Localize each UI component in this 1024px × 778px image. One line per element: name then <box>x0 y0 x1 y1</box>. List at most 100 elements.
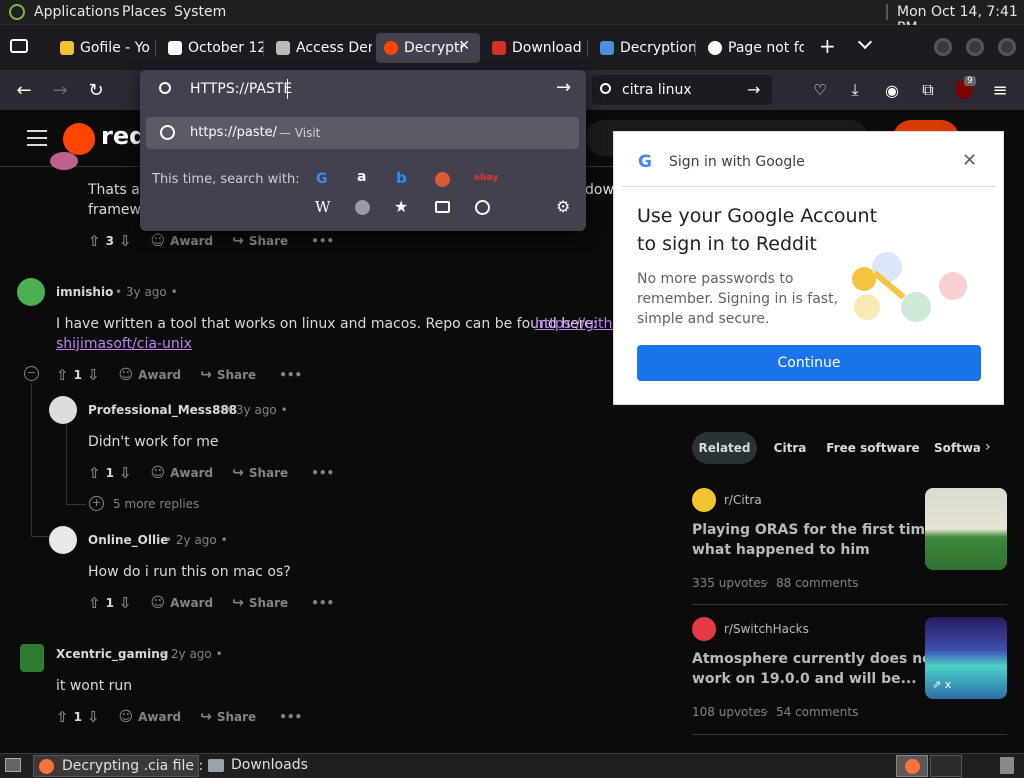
upvote-icon[interactable]: ⇧ <box>56 708 69 726</box>
award-icon[interactable]: ☺ <box>119 709 134 725</box>
duckduckgo-engine-icon[interactable] <box>435 172 450 187</box>
bookmarks-star-icon[interactable]: ★ <box>394 197 408 216</box>
comment-username[interactable]: Professional_Mess888 <box>88 403 237 417</box>
forward-arrow-icon[interactable]: → <box>45 75 75 105</box>
related-post-title[interactable]: Playing ORAS for the first time, <box>692 522 940 538</box>
wikipedia-engine-icon[interactable]: W <box>315 198 330 216</box>
tab-october[interactable]: October 12 <box>160 33 264 63</box>
share-button[interactable]: Share <box>249 234 288 248</box>
more-options-icon[interactable]: ••• <box>279 710 302 724</box>
continue-button[interactable]: Continue <box>637 345 981 381</box>
tab-access[interactable]: Access Den <box>268 33 372 63</box>
upvote-icon[interactable]: ⇧ <box>88 594 101 612</box>
hamburger-menu-icon[interactable]: ≡ <box>985 75 1015 105</box>
share-icon[interactable]: ↪ <box>232 465 244 481</box>
chip-free-software[interactable]: Free software <box>826 432 920 464</box>
related-post-title[interactable]: Atmosphere currently does not <box>692 651 938 667</box>
back-arrow-icon[interactable]: ← <box>9 75 39 105</box>
subreddit-icon[interactable] <box>692 617 716 641</box>
history-clock-icon[interactable] <box>475 200 490 215</box>
more-replies-link[interactable]: 5 more replies <box>113 497 199 511</box>
more-options-icon[interactable]: ••• <box>311 596 334 610</box>
share-button[interactable]: Share <box>217 368 256 382</box>
google-engine-icon[interactable]: G <box>316 171 328 187</box>
avatar[interactable] <box>49 526 77 554</box>
workspace-switcher[interactable] <box>896 755 928 777</box>
related-post-thumbnail[interactable] <box>925 488 1007 570</box>
url-input[interactable]: HTTPS://PASTE <box>190 81 292 97</box>
close-tab-icon[interactable]: ✕ <box>458 38 470 54</box>
trash-icon[interactable] <box>1000 757 1014 774</box>
comment-username[interactable]: Xcentric_gaming <box>56 647 168 661</box>
more-options-icon[interactable]: ••• <box>311 234 334 248</box>
more-options-icon[interactable]: ••• <box>279 368 302 382</box>
avatar[interactable] <box>50 152 78 170</box>
applications-menu[interactable]: Applications <box>34 4 120 20</box>
more-options-icon[interactable]: ••• <box>311 466 334 480</box>
bing-engine-icon[interactable]: b <box>396 169 407 187</box>
related-post-title[interactable]: what happened to him <box>692 542 870 558</box>
search-bar[interactable]: citra linux → <box>592 75 772 105</box>
close-popup-icon[interactable]: ✕ <box>962 150 977 171</box>
award-button[interactable]: Award <box>138 710 181 724</box>
account-icon[interactable]: ◉ <box>877 75 907 105</box>
taskbar-item-firefox[interactable]: Decrypting .cia file : ... <box>33 755 221 777</box>
reddit-logo-icon[interactable] <box>63 123 95 155</box>
tab-decrypting[interactable]: Decrypti ✕ <box>376 33 480 63</box>
tab-overview-icon[interactable] <box>10 39 28 53</box>
downvote-icon[interactable]: ⇩ <box>119 464 132 482</box>
share-icon[interactable]: ↪ <box>232 595 244 611</box>
downloads-icon[interactable]: ⤓ <box>840 75 870 105</box>
avatar[interactable] <box>49 396 77 424</box>
chip-software[interactable]: Softwa <box>934 432 980 464</box>
chip-citra[interactable]: Citra <box>764 432 816 464</box>
share-icon[interactable]: ↪ <box>232 233 244 249</box>
award-icon[interactable]: ☺ <box>151 465 166 481</box>
award-icon[interactable]: ☺ <box>151 595 166 611</box>
search-engine-icon[interactable] <box>355 200 370 215</box>
search-settings-gear-icon[interactable]: ⚙ <box>556 197 570 216</box>
search-go-arrow-icon[interactable]: → <box>747 80 760 99</box>
tab-gofile[interactable]: Gofile - Yo <box>52 33 156 63</box>
gnome-foot-icon[interactable] <box>9 4 25 20</box>
show-desktop-icon[interactable] <box>5 758 21 772</box>
share-button[interactable]: Share <box>217 710 256 724</box>
tab-decryption[interactable]: Decryption <box>592 33 696 63</box>
award-icon[interactable]: ☺ <box>119 367 134 383</box>
ebay-engine-icon[interactable]: ebay <box>474 173 498 183</box>
award-button[interactable]: Award <box>138 368 181 382</box>
taskbar-item-downloads[interactable]: Downloads <box>203 755 369 777</box>
new-tab-icon[interactable]: + <box>819 34 836 58</box>
places-menu[interactable]: Places <box>122 4 167 20</box>
ublock-icon[interactable]: 9 <box>949 75 979 105</box>
pocket-icon[interactable]: ♡ <box>805 75 835 105</box>
list-tabs-chevron-icon[interactable] <box>857 34 873 50</box>
url-suggestion-row[interactable]: https://paste/ — Visit <box>146 117 579 149</box>
tabs-icon[interactable] <box>435 201 450 213</box>
upvote-icon[interactable]: ⇧ <box>88 232 101 250</box>
tab-download[interactable]: Download <box>484 33 588 63</box>
avatar[interactable] <box>17 278 45 306</box>
comment-username[interactable]: Online_Ollie <box>88 533 168 547</box>
amazon-engine-icon[interactable]: a <box>357 169 366 185</box>
award-icon[interactable]: ☺ <box>151 233 166 249</box>
downvote-icon[interactable]: ⇩ <box>87 708 100 726</box>
award-button[interactable]: Award <box>170 596 213 610</box>
downvote-icon[interactable]: ⇩ <box>87 366 100 384</box>
upvote-icon[interactable]: ⇧ <box>88 464 101 482</box>
reload-icon[interactable]: ↻ <box>81 75 111 105</box>
urlbar-go-arrow-icon[interactable]: → <box>556 77 571 98</box>
chip-related[interactable]: Related <box>692 432 757 464</box>
related-subreddit[interactable]: r/Citra <box>724 493 762 507</box>
related-subreddit[interactable]: r/SwitchHacks <box>724 622 809 636</box>
expand-replies-icon[interactable]: + <box>89 496 104 511</box>
close-window-icon[interactable] <box>998 38 1016 56</box>
award-button[interactable]: Award <box>170 466 213 480</box>
minimize-window-icon[interactable] <box>934 38 952 56</box>
chips-chevron-right-icon[interactable]: › <box>985 439 991 455</box>
maximize-window-icon[interactable] <box>966 38 984 56</box>
avatar[interactable] <box>20 644 44 672</box>
related-post-title[interactable]: work on 19.0.0 and will be... <box>692 671 917 687</box>
extensions-icon[interactable]: ⧉ <box>913 75 943 105</box>
share-button[interactable]: Share <box>249 466 288 480</box>
